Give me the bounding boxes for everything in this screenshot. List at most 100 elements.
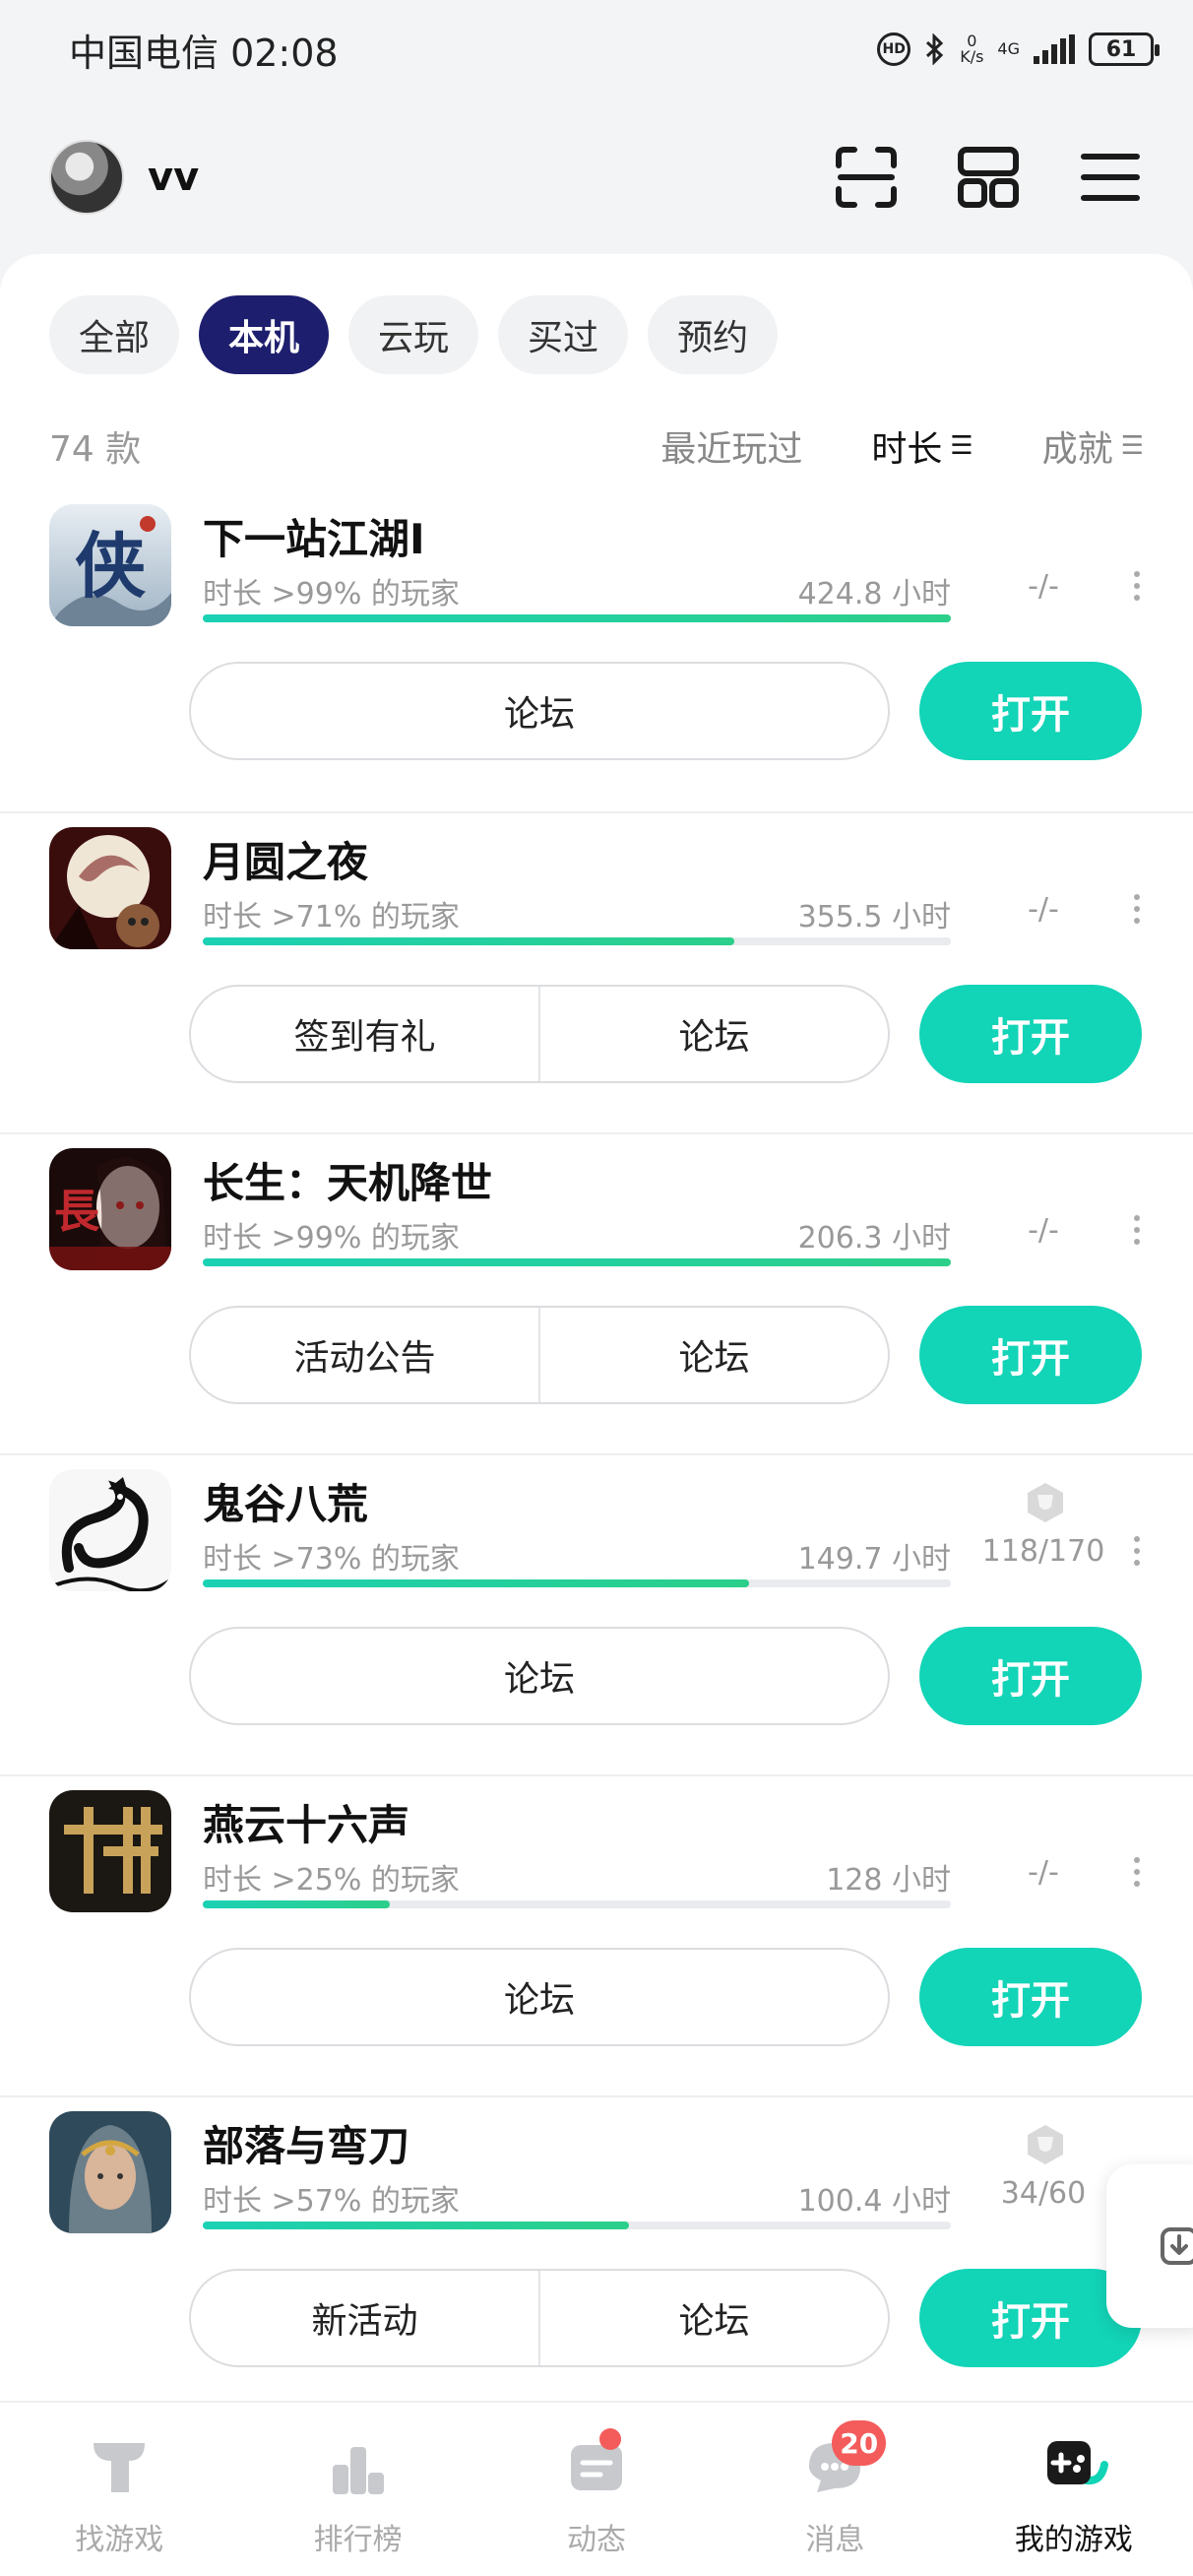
grid-layout-icon (958, 147, 1019, 208)
open-button[interactable]: 打开 (919, 662, 1142, 760)
username[interactable]: vv (148, 155, 199, 200)
filter-tabs: 全部 本机 云玩 买过 预约 (49, 295, 779, 374)
game-hours: 128 小时 (826, 1863, 951, 1898)
filter-purchased[interactable]: 买过 (498, 295, 629, 374)
forum-button[interactable]: 论坛 (191, 1950, 888, 2044)
game-card[interactable]: 燕云十六声 时长 >25% 的玩家 128 小时 -/- 论坛 打开 (0, 1774, 1193, 2095)
scan-button[interactable] (833, 144, 900, 211)
status-bar: 中国电信 02:08 HD 0 K/s 4G 61 (0, 0, 1193, 98)
game-percentile: 时长 >25% 的玩家 (203, 1863, 460, 1898)
changsheng-icon[interactable]: 長 (49, 1148, 171, 1270)
game-percentile: 时长 >57% 的玩家 (203, 2184, 460, 2219)
feed-icon (562, 2432, 631, 2501)
forum-button[interactable]: 论坛 (538, 1308, 888, 1402)
game-title[interactable]: 下一站江湖Ⅰ (203, 506, 425, 566)
open-button[interactable]: 打开 (919, 1306, 1142, 1404)
playtime-bar-fill (203, 2222, 630, 2229)
feed-dot-badge (598, 2428, 621, 2450)
game-title[interactable]: 部落与弯刀 (203, 2113, 409, 2173)
nav-label: 排行榜 (313, 2523, 403, 2557)
sort-achievement[interactable]: 成就 ☰ (1042, 420, 1144, 472)
tribe-icon[interactable] (49, 2111, 171, 2233)
game-title[interactable]: 鬼谷八荒 (203, 1471, 368, 1531)
playtime-bar-fill (203, 1579, 749, 1587)
download-icon (1161, 2227, 1193, 2265)
more-options-icon[interactable] (1132, 1215, 1142, 1245)
game-percentile: 时长 >73% 的玩家 (203, 1542, 460, 1577)
filter-reserved[interactable]: 预约 (648, 295, 779, 374)
yanyun-icon[interactable] (49, 1790, 171, 1912)
game-percentile: 时长 >99% 的玩家 (203, 1221, 460, 1256)
filter-cloud[interactable]: 云玩 (348, 295, 479, 374)
game-title[interactable]: 月圆之夜 (203, 829, 368, 889)
nav-my-games[interactable]: 我的游戏 (955, 2403, 1193, 2576)
nav-label: 找游戏 (75, 2523, 164, 2557)
playtime-bar (203, 614, 951, 622)
open-button[interactable]: 打开 (919, 1627, 1142, 1725)
main-panel: 全部 本机 云玩 买过 预约 74 款 最近玩过 时长 ☰ 成就 ☰ 侠 下一站… (0, 254, 1193, 2401)
nav-ranking[interactable]: 排行榜 (238, 2403, 476, 2576)
message-count-badge: 20 (832, 2420, 887, 2466)
sort-row: 74 款 最近玩过 时长 ☰ 成就 ☰ (49, 412, 1144, 481)
playtime-bar (203, 1258, 951, 1266)
new-event-button[interactable]: 新活动 (191, 2271, 538, 2365)
nav-label: 消息 (805, 2523, 865, 2557)
game-list: 侠 下一站江湖Ⅰ 时长 >99% 的玩家 424.8 小时 -/- 论坛 打开 (0, 490, 1193, 2416)
filter-local[interactable]: 本机 (199, 295, 330, 374)
carrier-time: 中国电信 02:08 (69, 31, 339, 75)
game-percentile: 时长 >71% 的玩家 (203, 900, 460, 934)
game-hours: 424.8 小时 (797, 577, 951, 612)
signin-gift-button[interactable]: 签到有礼 (191, 987, 538, 1081)
playtime-bar-fill (203, 614, 951, 622)
more-options-icon[interactable] (1132, 894, 1142, 924)
nav-messages[interactable]: 20 消息 (716, 2403, 954, 2576)
achievement-trophy-icon (1028, 2125, 1063, 2164)
open-button[interactable]: 打开 (919, 985, 1142, 1083)
action-buttons: 论坛 (189, 1627, 890, 1725)
action-buttons: 签到有礼 论坛 (189, 985, 890, 1083)
ranking-icon (324, 2432, 393, 2501)
game-percentile: 时长 >99% 的玩家 (203, 577, 460, 612)
dragon-icon[interactable] (49, 1469, 171, 1591)
forum-button[interactable]: 论坛 (538, 2271, 888, 2365)
open-button[interactable]: 打开 (919, 1948, 1142, 2046)
filter-all[interactable]: 全部 (49, 295, 180, 374)
game-card[interactable]: 月圆之夜 时长 >71% 的玩家 355.5 小时 -/- 签到有礼 论坛 打开 (0, 811, 1193, 1132)
sort-recent[interactable]: 最近玩过 (660, 420, 802, 472)
game-title[interactable]: 燕云十六声 (203, 1792, 409, 1852)
forum-button[interactable]: 论坛 (538, 987, 888, 1081)
playtime-bar-fill (203, 937, 734, 945)
playtime-bar (203, 2222, 951, 2229)
achievement-count: -/- (1028, 1855, 1059, 1890)
sort-achievement-label: 成就 (1041, 429, 1113, 470)
menu-button[interactable] (1077, 144, 1144, 211)
sort-duration[interactable]: 时长 ☰ (871, 420, 973, 472)
achievement-count: -/- (1028, 569, 1059, 604)
nav-feed[interactable]: 动态 (477, 2403, 716, 2576)
game-title[interactable]: 长生：天机降世 (203, 1150, 492, 1210)
xia-icon[interactable]: 侠 (49, 504, 171, 626)
game-card[interactable]: 侠 下一站江湖Ⅰ 时长 >99% 的玩家 424.8 小时 -/- 论坛 打开 (0, 490, 1193, 811)
more-options-icon[interactable] (1132, 1857, 1142, 1887)
avatar[interactable] (49, 140, 124, 215)
game-card[interactable]: 部落与弯刀 时长 >57% 的玩家 100.4 小时 34/60 新活动 论坛 … (0, 2095, 1193, 2416)
scan-icon (836, 147, 897, 208)
sort-options: 最近玩过 时长 ☰ 成就 ☰ (660, 420, 1144, 472)
float-download-button[interactable] (1106, 2164, 1193, 2328)
network-type: 4G (997, 39, 1020, 58)
achievement-trophy-icon (1028, 1483, 1063, 1522)
playtime-bar (203, 1900, 951, 1908)
announcement-button[interactable]: 活动公告 (191, 1308, 538, 1402)
playtime-bar-fill (203, 1900, 390, 1908)
layout-button[interactable] (955, 144, 1022, 211)
forum-button[interactable]: 论坛 (191, 1629, 888, 1723)
header: vv (0, 118, 1193, 236)
moon-night-icon[interactable] (49, 827, 171, 949)
forum-button[interactable]: 论坛 (191, 664, 888, 758)
game-card[interactable]: 鬼谷八荒 时长 >73% 的玩家 149.7 小时 118/170 论坛 打开 (0, 1453, 1193, 1774)
game-card[interactable]: 長 长生：天机降世 时长 >99% 的玩家 206.3 小时 -/- 活动公告 … (0, 1132, 1193, 1453)
nav-find-game[interactable]: 找游戏 (0, 2403, 238, 2576)
more-options-icon[interactable] (1132, 1536, 1142, 1566)
more-options-icon[interactable] (1132, 571, 1142, 601)
svg-text:長: 長 (54, 1185, 100, 1238)
